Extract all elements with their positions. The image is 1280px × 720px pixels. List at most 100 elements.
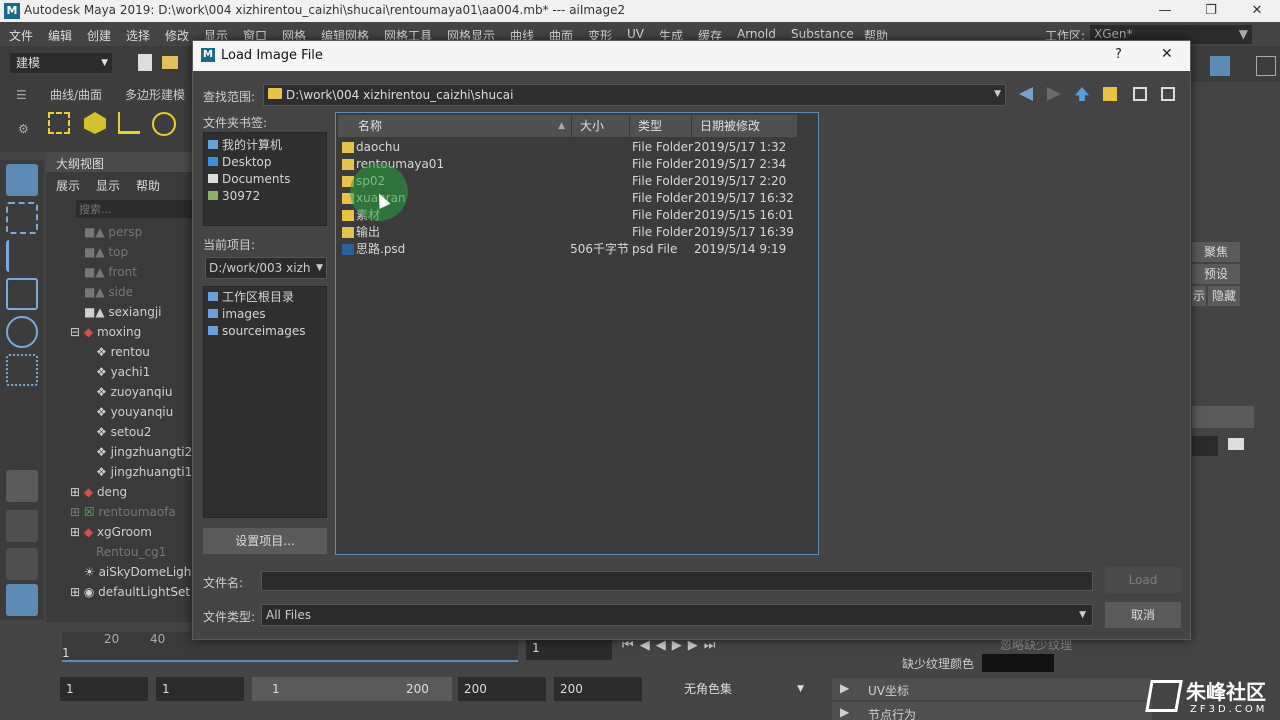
outliner-row[interactable]: ⊞ ◆ xgGroom (70, 522, 152, 542)
column-header-date[interactable]: 日期被修改 (692, 115, 798, 137)
panel-toggle-icons[interactable] (1194, 56, 1280, 78)
mode-dropdown[interactable]: 建模 ▼ (10, 53, 112, 73)
channel-box-icon[interactable] (1210, 56, 1230, 76)
bookmark-item[interactable]: Documents (208, 171, 290, 188)
load-button[interactable]: Load (1105, 567, 1181, 593)
project-folder-item[interactable]: 工作区根目录 (208, 289, 294, 306)
open-scene-icon[interactable] (162, 56, 178, 69)
column-header-name[interactable]: 名称 ▲ (338, 115, 572, 137)
outliner-row[interactable]: ⊞ ◆ deng (70, 482, 127, 502)
filetype-dropdown[interactable]: All Files ▼ (261, 604, 1093, 626)
tripod-icon[interactable] (118, 112, 140, 134)
project-folder-item[interactable]: sourceimages (208, 323, 305, 340)
outliner-row[interactable]: ❖ youyanqiu (96, 402, 173, 422)
detail-view-icon[interactable] (1161, 87, 1175, 101)
set-project-button[interactable]: 设置项目... (203, 528, 327, 554)
range-slider[interactable]: 1 200 (252, 677, 452, 701)
bookmark-item[interactable]: Desktop (208, 154, 272, 171)
forward-icon[interactable] (1047, 87, 1061, 101)
menu-substance[interactable]: Substance (791, 27, 854, 41)
outliner-row[interactable]: ❖ jingzhuangti2 (96, 442, 192, 462)
move-tool-icon[interactable] (6, 278, 38, 310)
range-start-field[interactable]: 1 (156, 677, 244, 701)
range-end-field[interactable]: 200 (458, 677, 546, 701)
menu-select[interactable]: 选择 (126, 27, 150, 44)
new-folder-icon[interactable] (1103, 87, 1117, 101)
outliner-row[interactable]: ■▲ side (84, 282, 133, 302)
lookin-dropdown[interactable]: D:\work\004 xizhirentou_caizhi\shucai ▼ (263, 84, 1006, 106)
layout-four-icon[interactable] (6, 510, 38, 542)
preset-button[interactable]: 预设 (1192, 264, 1240, 284)
file-row[interactable]: 思路.psd 506千字节 psd File 2019/5/14 9:19 (338, 241, 816, 258)
file-row[interactable]: xuanran File Folder 2019/5/17 16:32 (338, 190, 816, 207)
outliner-row[interactable]: ⊞ ☒ rentoumaofa (70, 502, 176, 522)
outliner-row[interactable]: ■▲ top (84, 242, 128, 262)
menu-uv[interactable]: UV (627, 27, 644, 41)
folder-browse-icon[interactable] (1228, 438, 1244, 450)
file-row[interactable]: daochu File Folder 2019/5/17 1:32 (338, 139, 816, 156)
file-row[interactable]: sp02 File Folder 2019/5/17 2:20 (338, 173, 816, 190)
shelf-tab-poly[interactable]: 多边形建模 (125, 86, 185, 103)
focus-button[interactable]: 聚焦 (1192, 242, 1240, 262)
bookmark-item[interactable]: 我的计算机 (208, 137, 282, 154)
menu-arnold[interactable]: Arnold (737, 27, 776, 41)
column-header-size[interactable]: 大小 (572, 115, 630, 137)
up-folder-icon[interactable] (1075, 87, 1089, 101)
character-set-dropdown[interactable]: 无角色集 ▼ (678, 677, 808, 701)
playback-controls[interactable]: ⏮◀◀▶▶⏭ (622, 638, 802, 658)
menu-modify[interactable]: 修改 (165, 27, 189, 44)
hide-button[interactable]: 隐藏 (1208, 286, 1240, 306)
dialog-close-button[interactable]: ✕ (1161, 46, 1173, 62)
layout-single-icon[interactable] (6, 470, 38, 502)
missing-texture-color-swatch[interactable] (982, 654, 1054, 672)
back-icon[interactable] (1019, 87, 1033, 101)
lasso-tool-icon[interactable] (6, 202, 38, 234)
cancel-button[interactable]: 取消 (1105, 602, 1181, 628)
end-frame-field[interactable]: 200 (554, 677, 642, 701)
outliner-menu-display[interactable]: 显示 (96, 177, 120, 194)
menu-edit[interactable]: 编辑 (48, 27, 72, 44)
select-set-icon[interactable] (48, 112, 70, 134)
restore-button[interactable]: ❐ (1188, 0, 1234, 22)
outliner-menu-help[interactable]: 帮助 (136, 177, 160, 194)
outliner-row[interactable]: ☀ aiSkyDomeLight (84, 562, 196, 582)
shelf-tab-curves[interactable]: 曲线/曲面 (50, 86, 102, 103)
shelf-menu-icon[interactable]: ☰ (16, 88, 27, 102)
current-project-dropdown[interactable]: D:/work/003 xizh ▼ (205, 257, 327, 279)
bookmark-item[interactable]: 30972 (208, 188, 260, 205)
outliner-row[interactable]: ■▲ sexiangji (84, 302, 162, 322)
sphere-icon[interactable] (152, 112, 176, 136)
select-tool-icon[interactable] (6, 164, 38, 196)
tool-settings-icon[interactable] (1256, 56, 1276, 76)
start-frame-field[interactable]: 1 (60, 677, 148, 701)
uv-section-header[interactable]: ▶ UV坐标 (832, 678, 1152, 700)
shelf-settings-icon[interactable]: ⚙ (18, 122, 29, 136)
paint-select-icon[interactable] (6, 240, 38, 272)
file-row[interactable]: 输出 File Folder 2019/5/17 16:39 (338, 224, 816, 241)
scale-tool-icon[interactable] (6, 354, 38, 386)
minimize-button[interactable]: — (1142, 0, 1188, 22)
close-window-button[interactable]: ✕ (1234, 0, 1280, 22)
rotate-tool-icon[interactable] (6, 316, 38, 348)
filename-input[interactable] (261, 571, 1093, 591)
outliner-row[interactable]: ❖ rentou (96, 342, 150, 362)
file-row[interactable]: 素材 File Folder 2019/5/15 16:01 (338, 207, 816, 224)
outliner-row[interactable]: ❖ setou2 (96, 422, 152, 442)
menu-create[interactable]: 创建 (87, 27, 111, 44)
outliner-row[interactable]: ❖ zuoyanqiu (96, 382, 172, 402)
path-field[interactable] (1192, 436, 1218, 456)
layout-two-icon[interactable] (6, 548, 38, 580)
outliner-row[interactable]: ⊞ ◉ defaultLightSet (70, 582, 190, 602)
outliner-menu-show[interactable]: 展示 (56, 177, 80, 194)
menu-file[interactable]: 文件 (9, 27, 33, 44)
outliner-row[interactable]: ⊟ ◆ moxing (70, 322, 141, 342)
help-button[interactable]: ? (1115, 47, 1122, 62)
outliner-row[interactable]: ■▲ persp (84, 222, 142, 242)
outliner-layout-icon[interactable] (6, 584, 38, 616)
outliner-search-input[interactable] (76, 200, 192, 218)
outliner-row[interactable]: ■▲ front (84, 262, 137, 282)
outliner-row[interactable]: ❖ yachi1 (96, 362, 150, 382)
show-button[interactable]: 示 (1192, 286, 1206, 306)
node-behavior-header[interactable]: ▶ 节点行为 (832, 702, 1152, 720)
column-header-type[interactable]: 类型 (630, 115, 692, 137)
